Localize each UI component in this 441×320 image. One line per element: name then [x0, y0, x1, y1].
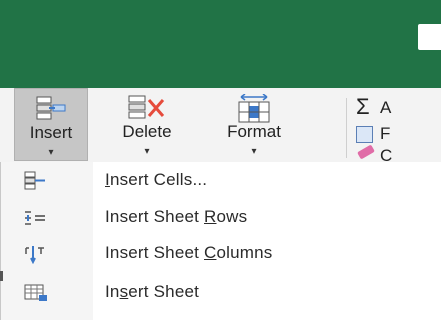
ribbon-cells-group: Insert ▾ Delete ▾ Format ▾ Σ A F C: [0, 88, 441, 165]
format-dropdown-icon: ▾: [251, 146, 257, 157]
menu-item-label: Insert Sheet: [105, 282, 200, 301]
insert-sheet-rows-icon: [25, 211, 45, 225]
menu-item-label: Insert Sheet Columns: [105, 243, 273, 262]
insert-button[interactable]: Insert ▾: [14, 88, 88, 161]
menu-item-label: Insert Sheet Rows: [105, 207, 248, 226]
menu-item-insert-cells[interactable]: Insert Cells...: [1, 165, 441, 196]
fill-label[interactable]: F: [380, 124, 390, 144]
insert-button-label: Insert: [29, 123, 73, 142]
delete-button[interactable]: Delete ▾: [92, 88, 202, 161]
title-bar-box: [418, 24, 441, 50]
format-button[interactable]: Format ▾: [206, 88, 302, 161]
fill-icon[interactable]: [356, 126, 373, 143]
title-bar: [0, 0, 441, 88]
insert-cells-ribbon-icon: [36, 96, 66, 120]
format-cells-ribbon-icon: [238, 94, 270, 123]
menu-item-insert-sheet-rows[interactable]: Insert Sheet Rows: [1, 202, 441, 233]
insert-dropdown-menu: Insert Cells... Insert Sheet Rows Insert…: [0, 162, 441, 320]
left-edge-marker: [0, 271, 3, 281]
autosum-label[interactable]: A: [380, 98, 391, 118]
delete-cells-ribbon-icon: [128, 95, 165, 119]
insert-dropdown-icon: ▾: [48, 147, 54, 158]
editing-group: Σ A F C: [350, 88, 441, 165]
insert-sheet-columns-icon: [25, 246, 44, 264]
insert-sheet-icon: [24, 284, 47, 301]
menu-item-label: Insert Cells...: [105, 170, 208, 189]
format-button-label: Format: [227, 122, 281, 141]
ribbon-separator: [346, 98, 347, 158]
insert-cells-icon: [24, 171, 45, 190]
autosum-icon[interactable]: Σ: [356, 94, 370, 120]
delete-button-label: Delete: [122, 122, 172, 141]
clear-eraser-icon[interactable]: [357, 144, 375, 160]
menu-item-insert-sheet-columns[interactable]: Insert Sheet Columns: [1, 238, 441, 269]
menu-item-insert-sheet[interactable]: Insert Sheet: [1, 277, 441, 308]
delete-dropdown-icon: ▾: [144, 146, 150, 157]
